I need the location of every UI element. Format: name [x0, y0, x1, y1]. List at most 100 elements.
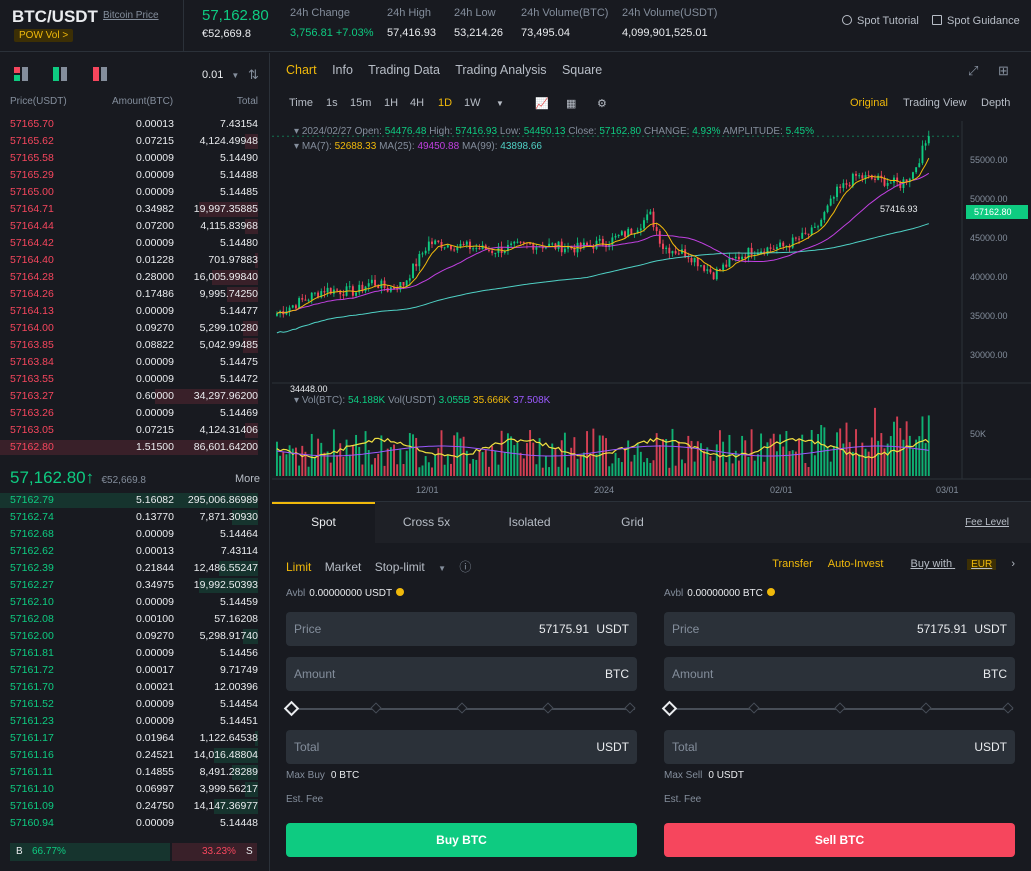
ask-row[interactable]: 57165.58 0.00009 5.14490	[0, 150, 270, 167]
ask-row[interactable]: 57165.70 0.00013 7.43154	[0, 116, 270, 133]
orderbook-settings-icon[interactable]: ⇅	[248, 67, 259, 83]
interval-15m[interactable]: 15m	[350, 97, 371, 109]
ask-row[interactable]: 57163.05 0.07215 4,124.31406	[0, 422, 270, 439]
tab-info[interactable]: Info	[332, 63, 353, 77]
bid-row[interactable]: 57162.39 0.21844 12,486.55247	[0, 560, 270, 577]
sell-price-field[interactable]: Price 57175.91 USDT	[664, 612, 1015, 646]
bid-row[interactable]: 57161.11 0.14855 8,491.28289	[0, 764, 270, 781]
slider-handle[interactable]	[661, 700, 678, 717]
info-icon[interactable]: ⓘ	[459, 560, 471, 574]
sell-btc-button[interactable]: Sell BTC	[664, 823, 1015, 857]
buy-amount-field[interactable]: Amount BTC	[286, 657, 637, 691]
ask-row[interactable]: 57163.84 0.00009 5.14475	[0, 354, 270, 371]
buy-with-link[interactable]: Buy with EUR	[899, 558, 997, 570]
bid-row[interactable]: 57161.72 0.00017 9.71749	[0, 662, 270, 679]
spot-tutorial-link[interactable]: Spot Tutorial	[842, 15, 919, 27]
bid-row[interactable]: 57162.08 0.00100 57.16208	[0, 611, 270, 628]
view-trading-view[interactable]: Trading View	[903, 97, 967, 109]
spot-guidance-link[interactable]: Spot Guidance	[932, 15, 1020, 27]
slider-step[interactable]	[456, 702, 468, 714]
interval-4h[interactable]: 4H	[410, 97, 424, 109]
tab-trading-analysis[interactable]: Trading Analysis	[455, 63, 546, 77]
bid-row[interactable]: 57162.68 0.00009 5.14464	[0, 526, 270, 543]
bid-row[interactable]: 57161.81 0.00009 5.14456	[0, 645, 270, 662]
bid-row[interactable]: 57161.09 0.24750 14,147.36977	[0, 798, 270, 815]
bitcoin-price-link[interactable]: Bitcoin Price	[103, 10, 159, 21]
bid-row[interactable]: 57161.10 0.06997 3,999.56217	[0, 781, 270, 798]
ask-row[interactable]: 57164.40 0.01228 701.97883	[0, 252, 270, 269]
ask-row[interactable]: 57163.26 0.00009 5.14469	[0, 405, 270, 422]
ask-row[interactable]: 57164.42 0.00009 5.14480	[0, 235, 270, 252]
ask-row[interactable]: 57164.44 0.07200 4,115.83968	[0, 218, 270, 235]
slider-handle[interactable]	[283, 700, 300, 717]
est-fee-label[interactable]: Est. Fee	[286, 794, 323, 805]
ask-row[interactable]: 57165.62 0.07215 4,124.49948	[0, 133, 270, 150]
ask-row[interactable]: 57165.00 0.00009 5.14485	[0, 184, 270, 201]
tab-grid[interactable]: Grid	[581, 502, 684, 543]
bid-row[interactable]: 57161.23 0.00009 5.14451	[0, 713, 270, 730]
fullscreen-icon[interactable]: ⤢	[968, 63, 978, 79]
ask-row[interactable]: 57162.80 1.51500 86,601.64200	[0, 439, 270, 456]
ask-row[interactable]: 57164.26 0.17486 9,995.74250	[0, 286, 270, 303]
add-funds-icon[interactable]	[396, 588, 405, 596]
interval-1s[interactable]: 1s	[326, 97, 338, 109]
ask-row[interactable]: 57164.71 0.34982 19,997.35885	[0, 201, 270, 218]
slider-step[interactable]	[624, 702, 636, 714]
bid-row[interactable]: 57162.10 0.00009 5.14459	[0, 594, 270, 611]
interval-more-caret-icon[interactable]: ▼	[496, 99, 504, 108]
ask-row[interactable]: 57163.85 0.08822 5,042.99485	[0, 337, 270, 354]
view-original[interactable]: Original	[850, 97, 888, 109]
fee-level-link[interactable]: Fee Level	[965, 517, 1009, 528]
bid-row[interactable]: 57160.94 0.00009 5.14448	[0, 815, 270, 832]
both-sides-view-icon[interactable]	[14, 67, 28, 81]
slider-step[interactable]	[1002, 702, 1014, 714]
buy-percent-slider[interactable]	[283, 691, 637, 727]
candlestick-chart[interactable]: ▾ 2024/02/27 Open: 54476.48 High: 57416.…	[272, 121, 1031, 501]
add-funds-icon[interactable]	[766, 588, 775, 596]
bid-row[interactable]: 57162.62 0.00013 7.43114	[0, 543, 270, 560]
bid-row[interactable]: 57161.17 0.01964 1,122.64538	[0, 730, 270, 747]
interval-1d[interactable]: 1D	[438, 97, 452, 109]
precision-select[interactable]: 0.01 ▼	[202, 69, 239, 81]
tab-square[interactable]: Square	[562, 63, 602, 77]
chart-settings-grid-icon[interactable]: ▦	[566, 97, 576, 110]
layout-grid-icon[interactable]: ⊞	[998, 63, 1009, 79]
tab-trading-data[interactable]: Trading Data	[368, 63, 440, 77]
caret-down-icon[interactable]: ▼	[438, 564, 446, 573]
asks-view-icon[interactable]	[92, 67, 107, 81]
pair-title[interactable]: BTC/USDT	[12, 7, 98, 27]
more-link[interactable]: More	[235, 473, 260, 485]
bid-row[interactable]: 57162.27 0.34975 19,992.50393	[0, 577, 270, 594]
est-fee-label[interactable]: Est. Fee	[664, 794, 701, 805]
slider-step[interactable]	[834, 702, 846, 714]
slider-step[interactable]	[370, 702, 382, 714]
ask-row[interactable]: 57163.27 0.60000 34,297.96200	[0, 388, 270, 405]
bid-row[interactable]: 57162.00 0.09270 5,298.91740	[0, 628, 270, 645]
interval-time[interactable]: Time	[289, 97, 313, 109]
pow-vol-tag[interactable]: POW Vol >	[14, 29, 74, 42]
interval-1h[interactable]: 1H	[384, 97, 398, 109]
auto-invest-link[interactable]: Auto-Invest	[828, 558, 884, 570]
ask-row[interactable]: 57165.29 0.00009 5.14488	[0, 167, 270, 184]
tab-spot[interactable]: Spot	[272, 502, 375, 543]
chevron-right-icon[interactable]: ›	[1011, 558, 1015, 570]
tab-cross-5x[interactable]: Cross 5x	[375, 502, 478, 543]
orderbook-mid-price[interactable]: 57,162.80↑ €52,669.8 More	[10, 468, 260, 488]
chart-canvas[interactable]	[272, 121, 1031, 501]
view-depth[interactable]: Depth	[981, 97, 1010, 109]
gear-icon[interactable]: ⚙	[597, 97, 607, 110]
bid-row[interactable]: 57161.16 0.24521 14,016.48804	[0, 747, 270, 764]
slider-step[interactable]	[542, 702, 554, 714]
bids-view-icon[interactable]	[53, 67, 68, 81]
ask-row[interactable]: 57163.55 0.00009 5.14472	[0, 371, 270, 388]
order-type-market[interactable]: Market	[325, 560, 362, 574]
buy-btc-button[interactable]: Buy BTC	[286, 823, 637, 857]
buy-total-field[interactable]: Total USDT	[286, 730, 637, 764]
sell-total-field[interactable]: Total USDT	[664, 730, 1015, 764]
slider-step[interactable]	[920, 702, 932, 714]
tab-chart[interactable]: Chart	[286, 63, 317, 77]
ask-row[interactable]: 57164.00 0.09270 5,299.10280	[0, 320, 270, 337]
interval-1w[interactable]: 1W	[464, 97, 481, 109]
ask-row[interactable]: 57164.28 0.28000 16,005.99840	[0, 269, 270, 286]
sell-amount-field[interactable]: Amount BTC	[664, 657, 1015, 691]
